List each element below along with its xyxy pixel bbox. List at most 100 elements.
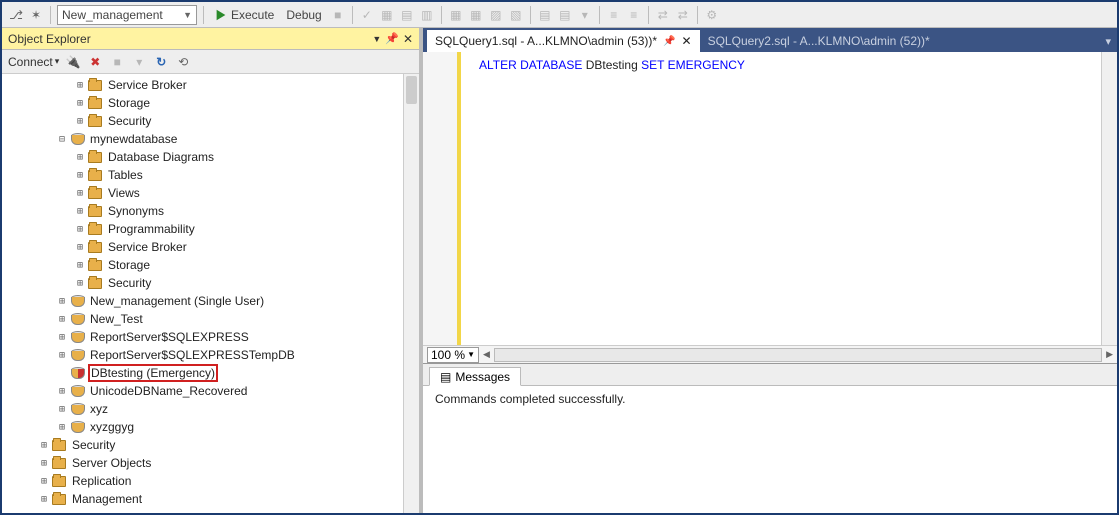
messages-body[interactable]: Commands completed successfully. — [423, 386, 1117, 513]
pin-icon[interactable]: 📌 — [663, 36, 675, 47]
vertical-scrollbar[interactable] — [403, 74, 419, 513]
close-icon[interactable]: ✕ — [682, 34, 692, 48]
tree-node[interactable]: ⊞Server Objects — [2, 454, 419, 472]
plan-icon-4[interactable]: ▧ — [508, 7, 524, 23]
expand-blank — [54, 368, 70, 379]
results-icon[interactable]: ▤ — [399, 7, 415, 23]
toolbar-icon-1[interactable]: ⎇ — [8, 7, 24, 23]
sql-editor[interactable]: ALTER DATABASE DBtesting SET EMERGENCY — [461, 52, 1117, 345]
tree-node[interactable]: ⊞Security — [2, 436, 419, 454]
tab-overflow-button[interactable]: ▾ — [1099, 30, 1117, 52]
connect-button[interactable]: Connect ▾ — [8, 55, 59, 69]
check-icon[interactable]: ✓ — [359, 7, 375, 23]
misc-icon[interactable]: ▾ — [577, 7, 593, 23]
tree-node-db[interactable]: ⊞UnicodeDBName_Recovered — [2, 382, 419, 400]
database-icon — [70, 313, 84, 325]
expand-icon[interactable]: ⊞ — [54, 404, 70, 415]
tree-node[interactable]: ⊞Storage — [2, 94, 419, 112]
execute-button[interactable]: Execute — [210, 8, 278, 22]
expand-icon[interactable]: ⊞ — [72, 188, 88, 199]
expand-icon[interactable]: ⊞ — [72, 116, 88, 127]
text-icon[interactable]: ▥ — [419, 7, 435, 23]
comment-icon[interactable]: ▤ — [537, 7, 553, 23]
misc-icon-2[interactable]: ⚙ — [704, 7, 720, 23]
tree-node[interactable]: ⊞Tables — [2, 166, 419, 184]
main-toolbar: ⎇ ✶ New_management ▼ Execute Debug ■ ✓ ▦… — [2, 2, 1117, 28]
tree-node[interactable]: ⊞Security — [2, 112, 419, 130]
separator — [648, 6, 649, 24]
toggle-icon[interactable]: ⇄ — [655, 7, 671, 23]
expand-icon[interactable]: ⊞ — [72, 224, 88, 235]
expand-icon[interactable]: ⊞ — [72, 98, 88, 109]
expand-icon[interactable]: ⊞ — [72, 242, 88, 253]
tree-node[interactable]: ⊞Replication — [2, 472, 419, 490]
close-icon[interactable]: ✕ — [403, 32, 413, 46]
toggle-icon-2[interactable]: ⇄ — [675, 7, 691, 23]
plan-icon-3[interactable]: ▨ — [488, 7, 504, 23]
expand-icon[interactable]: ⊞ — [72, 170, 88, 181]
toolbar-icon-2[interactable]: ✶ — [28, 7, 44, 23]
dropdown-icon[interactable]: ▼ — [372, 34, 381, 44]
tree-node[interactable]: ⊞Views — [2, 184, 419, 202]
scroll-right-icon[interactable]: ▶ — [1106, 349, 1113, 360]
expand-icon[interactable]: ⊞ — [36, 458, 52, 469]
plan-icon-2[interactable]: ▦ — [468, 7, 484, 23]
tree-node-db[interactable]: ⊞xyz — [2, 400, 419, 418]
tree-node[interactable]: ⊞Programmability — [2, 220, 419, 238]
scroll-left-icon[interactable]: ◀ — [483, 349, 490, 360]
sql-identifier: DBtesting — [586, 58, 638, 72]
tab-sqlquery2[interactable]: SQLQuery2.sql - A...KLMNO\admin (52))* — [700, 30, 938, 52]
expand-icon[interactable]: ⊞ — [36, 476, 52, 487]
pin-icon[interactable]: 📌 — [385, 32, 399, 45]
tree-node-db[interactable]: ⊞ReportServer$SQLEXPRESSTempDB — [2, 346, 419, 364]
tree-node[interactable]: ⊞ Database Diagrams — [2, 148, 419, 166]
refresh-icon[interactable]: ↻ — [153, 54, 169, 70]
tab-sqlquery1[interactable]: SQLQuery1.sql - A...KLMNO\admin (53))* 📌… — [427, 30, 700, 52]
tree-node[interactable]: ⊞Service Broker — [2, 238, 419, 256]
expand-icon[interactable]: ⊞ — [36, 440, 52, 451]
collapse-icon[interactable]: ⊟ — [54, 134, 70, 145]
expand-icon[interactable]: ⊞ — [72, 278, 88, 289]
expand-icon[interactable]: ⊞ — [54, 350, 70, 361]
editor-vertical-scrollbar[interactable] — [1101, 52, 1117, 345]
outdent-icon[interactable]: ≡ — [626, 7, 642, 23]
tree-node-db[interactable]: ⊞xyzggyg — [2, 418, 419, 436]
plan-icon-1[interactable]: ▦ — [448, 7, 464, 23]
expand-icon[interactable]: ⊞ — [54, 422, 70, 433]
scrollbar-thumb[interactable] — [406, 76, 417, 104]
node-label: Database Diagrams — [106, 150, 216, 164]
tree-node[interactable]: ⊞Management — [2, 490, 419, 508]
indent-icon[interactable]: ≡ — [606, 7, 622, 23]
expand-icon[interactable]: ⊞ — [54, 332, 70, 343]
connect-plug-icon[interactable]: 🔌 — [65, 54, 81, 70]
debug-button[interactable]: Debug — [282, 8, 325, 22]
tree-node[interactable]: ⊞Storage — [2, 256, 419, 274]
expand-icon[interactable]: ⊞ — [54, 314, 70, 325]
tree-node[interactable]: ⊞Service Broker — [2, 76, 419, 94]
grid-icon[interactable]: ▦ — [379, 7, 395, 23]
filter-icon[interactable]: ▾ — [131, 54, 147, 70]
expand-icon[interactable]: ⊞ — [72, 206, 88, 217]
expand-icon[interactable]: ⊞ — [72, 80, 88, 91]
tree-scroll-area[interactable]: ⊞Service Broker ⊞Storage ⊞ Security ⊟myne… — [2, 74, 419, 513]
tree-node-db[interactable]: ⊞ReportServer$SQLEXPRESS — [2, 328, 419, 346]
node-label: Security — [106, 276, 153, 290]
sync-icon[interactable]: ⟲ — [175, 54, 191, 70]
expand-icon[interactable]: ⊞ — [72, 152, 88, 163]
tree-node[interactable]: ⊞Synonyms — [2, 202, 419, 220]
expand-icon[interactable]: ⊞ — [54, 296, 70, 307]
uncomment-icon[interactable]: ▤ — [557, 7, 573, 23]
tree-node[interactable]: ⊞ Security — [2, 274, 419, 292]
tree-node-db[interactable]: ⊞New_Test — [2, 310, 419, 328]
zoom-combo[interactable]: 100 % ▼ — [427, 347, 479, 363]
messages-tab[interactable]: ▤ Messages — [429, 367, 521, 386]
expand-icon[interactable]: ⊞ — [72, 260, 88, 271]
database-selector-combo[interactable]: New_management ▼ — [57, 5, 197, 25]
tree-node-db[interactable]: ⊟mynewdatabase — [2, 130, 419, 148]
horizontal-scrollbar[interactable] — [494, 348, 1102, 362]
tree-node-db-emergency[interactable]: DBtesting (Emergency) — [2, 364, 419, 382]
disconnect-icon[interactable]: ✖ — [87, 54, 103, 70]
expand-icon[interactable]: ⊞ — [54, 386, 70, 397]
tree-node-db[interactable]: ⊞New_management (Single User) — [2, 292, 419, 310]
expand-icon[interactable]: ⊞ — [36, 494, 52, 505]
